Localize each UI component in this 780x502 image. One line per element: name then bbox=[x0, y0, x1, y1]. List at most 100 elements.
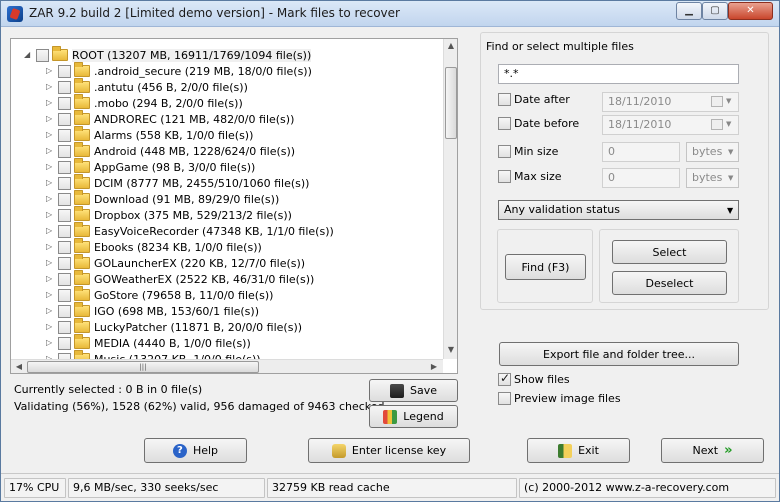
calendar-icon[interactable] bbox=[711, 119, 723, 130]
tree-checkbox[interactable] bbox=[58, 320, 71, 334]
tree-checkbox[interactable] bbox=[58, 160, 71, 174]
expand-arrow-icon[interactable]: ▷ bbox=[46, 67, 54, 75]
expand-arrow-icon[interactable]: ▷ bbox=[46, 99, 54, 107]
checkbox[interactable] bbox=[498, 170, 511, 183]
max-size-input[interactable]: 0 bbox=[602, 168, 680, 188]
collapse-arrow-icon[interactable]: ◢ bbox=[24, 51, 32, 59]
preview-images-checkbox[interactable]: Preview image files bbox=[498, 392, 621, 405]
file-mask-input[interactable]: *.* bbox=[498, 64, 739, 84]
scroll-down-arrow-icon[interactable]: ▼ bbox=[444, 345, 457, 354]
expand-arrow-icon[interactable]: ▷ bbox=[46, 243, 54, 251]
min-size-input[interactable]: 0 bbox=[602, 142, 680, 162]
maximize-button[interactable]: ▢ bbox=[702, 2, 728, 20]
expand-arrow-icon[interactable]: ▷ bbox=[46, 339, 54, 347]
checkbox[interactable] bbox=[498, 392, 511, 405]
tree-row[interactable]: ▷ AppGame (98 B, 3/0/0 file(s)) bbox=[46, 158, 255, 175]
date-after-checkbox[interactable]: Date after bbox=[498, 93, 570, 106]
tree-row[interactable]: ▷ .mobo (294 B, 2/0/0 file(s)) bbox=[46, 94, 243, 111]
scroll-right-arrow-icon[interactable]: ▶ bbox=[427, 362, 441, 371]
tree-row[interactable]: ▷ GOLauncherEX (220 KB, 12/7/0 file(s)) bbox=[46, 254, 305, 271]
tree-row[interactable]: ▷ Alarms (558 KB, 1/0/0 file(s)) bbox=[46, 126, 253, 143]
tree-row[interactable]: ▷ Download (91 MB, 89/29/0 file(s)) bbox=[46, 190, 279, 207]
tree-checkbox[interactable] bbox=[58, 64, 71, 78]
tree-row[interactable]: ▷ Music (13207 KB, 1/0/0 file(s)) bbox=[46, 350, 261, 359]
tree-row[interactable]: ▷ IGO (698 MB, 153/60/1 file(s)) bbox=[46, 302, 259, 319]
checkbox[interactable] bbox=[498, 117, 511, 130]
expand-arrow-icon[interactable]: ▷ bbox=[46, 211, 54, 219]
min-size-checkbox[interactable]: Min size bbox=[498, 145, 558, 158]
tree-root-row[interactable]: ◢ ROOT (13207 MB, 16911/1769/1094 file(s… bbox=[24, 46, 312, 63]
tree-row[interactable]: ▷ EasyVoiceRecorder (47348 KB, 1/1/0 file… bbox=[46, 222, 334, 239]
expand-arrow-icon[interactable]: ▷ bbox=[46, 147, 54, 155]
tree-row[interactable]: ▷ Android (448 MB, 1228/624/0 file(s)) bbox=[46, 142, 295, 159]
tree-row[interactable]: ▷ Dropbox (375 MB, 529/213/2 file(s)) bbox=[46, 206, 292, 223]
calendar-icon[interactable] bbox=[711, 96, 723, 107]
max-size-checkbox[interactable]: Max size bbox=[498, 170, 562, 183]
tree-checkbox[interactable] bbox=[58, 144, 71, 158]
expand-arrow-icon[interactable]: ▷ bbox=[46, 323, 54, 331]
tree-row[interactable]: ▷ LuckyPatcher (11871 B, 20/0/0 file(s)) bbox=[46, 318, 302, 335]
tree-row[interactable]: ▷ .android_secure (219 MB, 18/0/0 file(s)… bbox=[46, 62, 312, 79]
expand-arrow-icon[interactable]: ▷ bbox=[46, 195, 54, 203]
expand-arrow-icon[interactable]: ▷ bbox=[46, 83, 54, 91]
tree-checkbox[interactable] bbox=[58, 288, 71, 302]
validation-status-select[interactable]: Any validation status bbox=[498, 200, 739, 220]
tree-checkbox[interactable] bbox=[58, 224, 71, 238]
expand-arrow-icon[interactable]: ▷ bbox=[46, 291, 54, 299]
expand-arrow-icon[interactable]: ▷ bbox=[46, 307, 54, 315]
select-button[interactable]: Select bbox=[612, 240, 727, 264]
tree-checkbox[interactable] bbox=[58, 96, 71, 110]
tree-checkbox[interactable] bbox=[58, 176, 71, 190]
tree-row[interactable]: ▷ DCIM (8777 MB, 2455/510/1060 file(s)) bbox=[46, 174, 309, 191]
tree-horizontal-scrollbar[interactable]: ◀ ||| ▶ bbox=[11, 359, 443, 373]
expand-arrow-icon[interactable]: ▷ bbox=[46, 259, 54, 267]
chevron-down-icon[interactable]: ▼ bbox=[727, 206, 733, 215]
tree-row[interactable]: ▷ MEDIA (4440 B, 1/0/0 file(s)) bbox=[46, 334, 251, 351]
chevron-down-icon[interactable]: ▼ bbox=[728, 148, 733, 156]
vertical-scroll-thumb[interactable] bbox=[445, 67, 457, 139]
enter-license-button[interactable]: Enter license key bbox=[308, 438, 470, 463]
tree-row[interactable]: ▷ GOWeatherEX (2522 KB, 46/31/0 file(s)) bbox=[46, 270, 314, 287]
checkbox[interactable] bbox=[498, 145, 511, 158]
expand-arrow-icon[interactable]: ▷ bbox=[46, 163, 54, 171]
deselect-button[interactable]: Deselect bbox=[612, 271, 727, 295]
tree-checkbox[interactable] bbox=[58, 192, 71, 206]
tree-checkbox[interactable] bbox=[58, 256, 71, 270]
date-before-checkbox[interactable]: Date before bbox=[498, 117, 579, 130]
expand-arrow-icon[interactable]: ▷ bbox=[46, 275, 54, 283]
horizontal-scroll-thumb[interactable]: ||| bbox=[27, 361, 259, 373]
tree-row[interactable]: ▷ .antutu (456 B, 2/0/0 file(s)) bbox=[46, 78, 248, 95]
tree-checkbox[interactable] bbox=[58, 336, 71, 350]
chevron-down-icon[interactable]: ▼ bbox=[726, 120, 731, 128]
chevron-down-icon[interactable]: ▼ bbox=[726, 97, 731, 105]
tree-checkbox[interactable] bbox=[58, 208, 71, 222]
title-bar[interactable]: ZAR 9.2 build 2 [Limited demo version] -… bbox=[1, 1, 779, 27]
tree-checkbox[interactable] bbox=[58, 304, 71, 318]
expand-arrow-icon[interactable]: ▷ bbox=[46, 115, 54, 123]
tree-row[interactable]: ▷ Ebooks (8234 KB, 1/0/0 file(s)) bbox=[46, 238, 262, 255]
expand-arrow-icon[interactable]: ▷ bbox=[46, 179, 54, 187]
minimize-button[interactable]: ▁ bbox=[676, 2, 702, 20]
close-button[interactable]: ✕ bbox=[728, 2, 773, 20]
folder-tree[interactable]: ◢ ROOT (13207 MB, 16911/1769/1094 file(s… bbox=[11, 39, 443, 359]
show-files-checkbox[interactable]: Show files bbox=[498, 371, 570, 386]
tree-row[interactable]: ▷ GoStore (79658 B, 11/0/0 file(s)) bbox=[46, 286, 273, 303]
tree-checkbox[interactable] bbox=[58, 240, 71, 254]
tree-checkbox[interactable] bbox=[58, 112, 71, 126]
tree-row[interactable]: ▷ ANDROREC (121 MB, 482/0/0 file(s)) bbox=[46, 110, 294, 127]
tree-checkbox[interactable] bbox=[58, 128, 71, 142]
scroll-left-arrow-icon[interactable]: ◀ bbox=[12, 362, 26, 371]
save-button[interactable]: Save bbox=[369, 379, 458, 402]
tree-checkbox[interactable] bbox=[58, 272, 71, 286]
next-button[interactable]: Next » bbox=[661, 438, 764, 463]
find-button[interactable]: Find (F3) bbox=[505, 254, 586, 280]
tree-vertical-scrollbar[interactable]: ▲ ▼ bbox=[443, 39, 457, 359]
checkbox[interactable] bbox=[498, 371, 511, 386]
legend-button[interactable]: Legend bbox=[369, 405, 458, 428]
export-tree-button[interactable]: Export file and folder tree... bbox=[499, 342, 739, 366]
checkbox[interactable] bbox=[498, 93, 511, 106]
tree-checkbox[interactable] bbox=[58, 80, 71, 94]
help-button[interactable]: ? Help bbox=[144, 438, 247, 463]
expand-arrow-icon[interactable]: ▷ bbox=[46, 131, 54, 139]
chevron-down-icon[interactable]: ▼ bbox=[728, 174, 733, 182]
